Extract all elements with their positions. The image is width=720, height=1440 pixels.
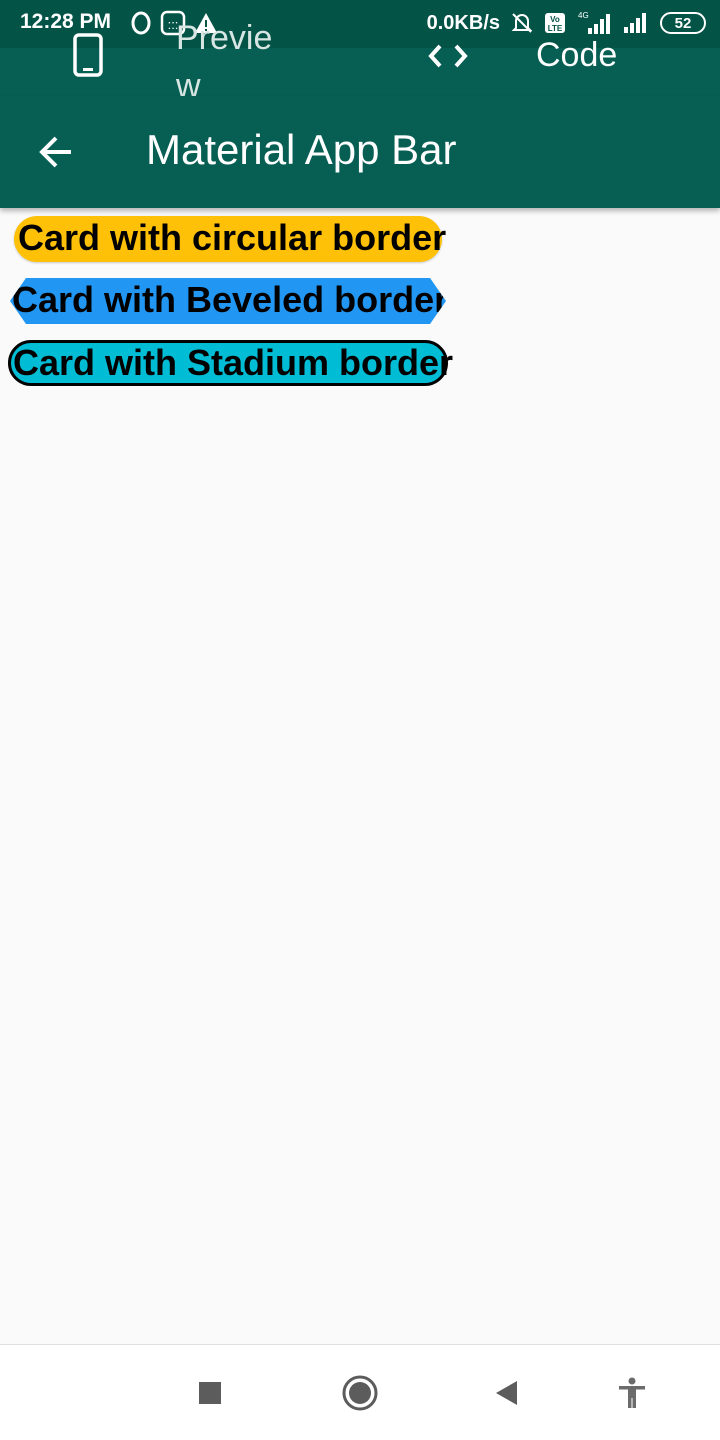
- card-circular-border: Card with circular border: [14, 216, 446, 262]
- signal-icon: [624, 13, 646, 33]
- svg-text:Vo: Vo: [550, 15, 560, 24]
- system-nav-bar: [0, 1344, 720, 1440]
- back-nav-button[interactable]: [486, 1373, 526, 1413]
- network-speed: 0.0KB/s: [426, 11, 500, 34]
- recents-button[interactable]: [190, 1373, 230, 1413]
- status-right: 0.0KB/s Vo LTE 4G 52: [427, 10, 706, 36]
- card-circular-label: Card with circular border: [18, 217, 447, 258]
- opera-icon: [131, 11, 151, 35]
- home-button[interactable]: [340, 1373, 380, 1413]
- volte-icon: VoLTE: [545, 13, 565, 33]
- svg-text:4G: 4G: [578, 11, 589, 20]
- signal-4g-icon: 4G: [578, 11, 610, 34]
- status-time: 12:28 PM: [20, 10, 112, 33]
- card-stadium-label: Card with Stadium border: [13, 342, 454, 383]
- app-bar: Material App Bar: [0, 96, 720, 208]
- tab-preview-phone-icon[interactable]: [72, 32, 104, 78]
- mute-icon: [511, 13, 533, 33]
- square-icon: [199, 1382, 221, 1404]
- accessibility-icon: [619, 1377, 645, 1408]
- battery-level: 52: [674, 14, 692, 32]
- back-button[interactable]: [32, 128, 80, 176]
- accessibility-button[interactable]: [612, 1373, 652, 1413]
- tab-code-icon[interactable]: [428, 40, 468, 72]
- svg-text:LTE: LTE: [548, 24, 563, 33]
- card-stadium-border: Card with Stadium border: [8, 340, 453, 386]
- tab-code-label[interactable]: Code: [536, 36, 617, 75]
- battery-icon: 52: [660, 12, 706, 34]
- card-beveled-border: Card with Beveled border: [10, 278, 446, 324]
- home-circle-icon: [342, 1375, 378, 1411]
- card-beveled-label: Card with Beveled border: [12, 279, 449, 320]
- app-bar-title: Material App Bar: [146, 126, 457, 173]
- triangle-back-icon: [496, 1381, 517, 1405]
- arrow-back-icon: [39, 136, 71, 168]
